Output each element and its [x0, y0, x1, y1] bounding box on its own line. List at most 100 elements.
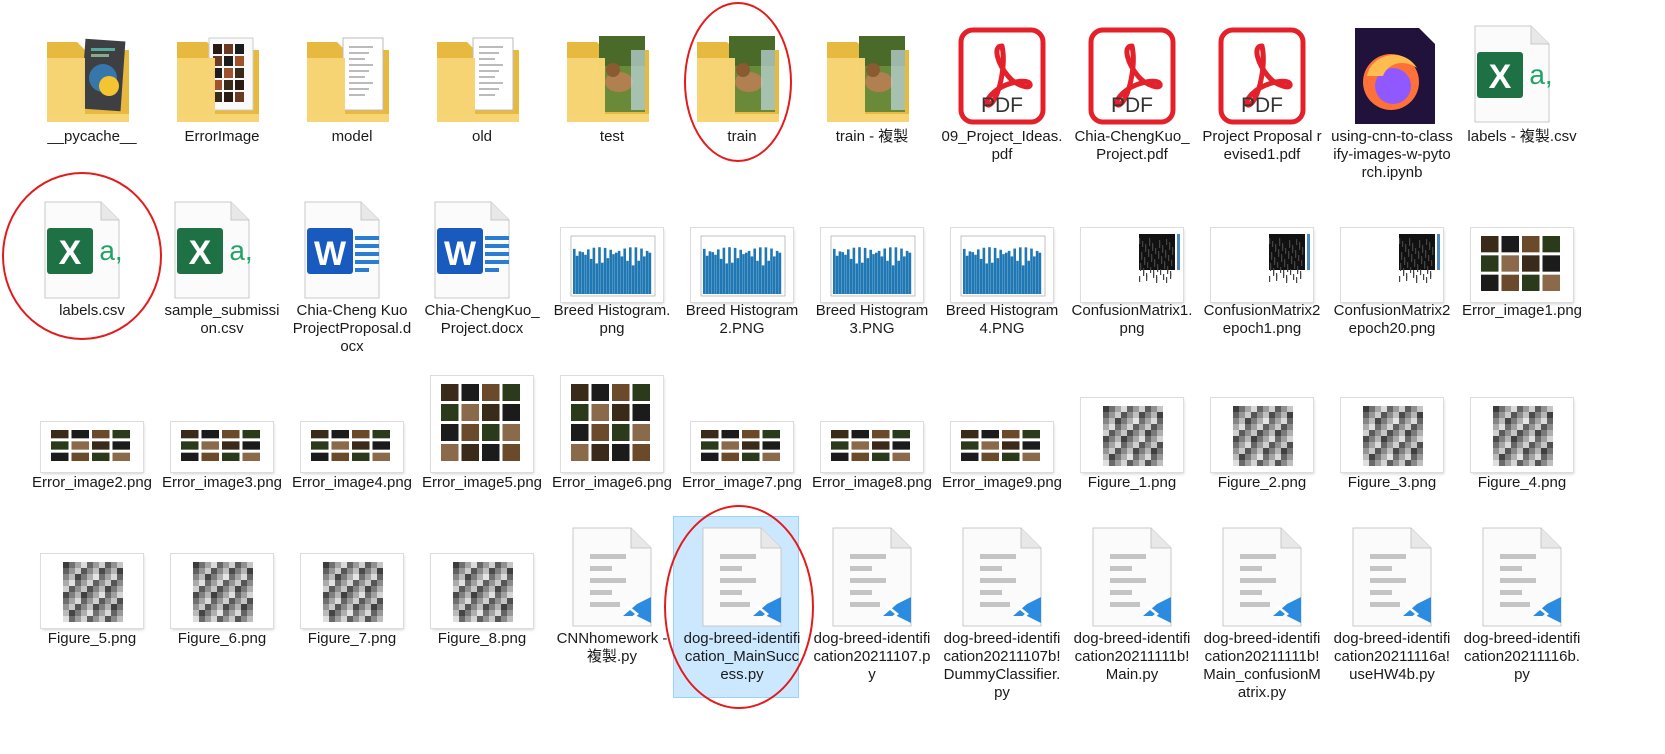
image-thumbnail [677, 190, 807, 302]
file-item-train[interactable]: train [677, 18, 807, 146]
file-item-pycache[interactable]: __pycache__ [27, 18, 157, 146]
file-name: Error_image4.png [291, 474, 413, 491]
file-item-train[interactable]: train - 複製 [807, 18, 937, 146]
file-item-dog-breed-identification20211111b-main-py[interactable]: dog-breed-identification20211111b!Main.p… [1067, 516, 1197, 684]
excel-csv-icon: X a, [157, 190, 287, 302]
image-thumbnail [677, 362, 807, 472]
folder-icon [807, 18, 937, 126]
file-name: CNNhomework - 複製.py [556, 630, 668, 665]
file-item-using-cnn-to-classify-images-w-pytorch-ipynb[interactable]: using-cnn-to-classify-images-w-pytorch.i… [1327, 18, 1457, 182]
svg-text:PDF: PDF [1241, 94, 1283, 117]
file-item-old[interactable]: old [417, 18, 547, 146]
file-item-errorimage[interactable]: ErrorImage [157, 18, 287, 146]
file-item-labels-csv[interactable]: X a, labels - 複製.csv [1457, 18, 1587, 146]
file-name: using-cnn-to-classify-images-w-pytorch.i… [1331, 128, 1453, 181]
file-item-error-image7-png[interactable]: Error_image7.png [677, 362, 807, 492]
file-name: dog-breed-identification20211111b!Main.p… [1073, 630, 1191, 683]
file-name: Chia-Cheng Kuo ProjectProposal.docx [292, 302, 412, 355]
file-item-breed-histogram4-png[interactable]: Breed Histogram4.PNG [937, 190, 1067, 338]
file-item-figure-2-png[interactable]: Figure_2.png [1197, 362, 1327, 492]
file-item-breed-histogram2-png[interactable]: Breed Histogram2.PNG [677, 190, 807, 338]
file-name: Figure_2.png [1217, 474, 1307, 491]
image-thumbnail [1197, 362, 1327, 472]
vscode-python-file-icon [1197, 516, 1327, 628]
file-item-dog-breed-identification20211107b-dummyclassifier-py[interactable]: dog-breed-identification20211107b!DummyC… [937, 516, 1067, 702]
file-name: Error_image3.png [161, 474, 283, 491]
file-item-dog-breed-identification20211116a-usehw4b-py[interactable]: dog-breed-identification20211116a!useHW4… [1327, 516, 1457, 684]
file-item-dog-breed-identification20211107-py[interactable]: dog-breed-identification20211107.py [807, 516, 937, 684]
file-name: Figure_8.png [437, 630, 527, 647]
file-item-chia-cheng-kuo-projectproposal-docx[interactable]: W Chia-Cheng Kuo ProjectProposal.docx [287, 190, 417, 356]
file-name: Figure_3.png [1347, 474, 1437, 491]
file-item-model[interactable]: model [287, 18, 417, 146]
file-name: __pycache__ [47, 128, 137, 145]
file-name: train - 複製 [835, 128, 909, 145]
file-name: dog-breed-identification_MainSuccess.py [683, 630, 801, 683]
file-name: ConfusionMatrix2 epoch1.png [1203, 302, 1321, 337]
file-item-error-image9-png[interactable]: Error_image9.png [937, 362, 1067, 492]
file-item-test[interactable]: test [547, 18, 677, 146]
image-thumbnail [807, 190, 937, 302]
file-item-error-image8-png[interactable]: Error_image8.png [807, 362, 937, 492]
excel-csv-icon: X a, [1457, 18, 1587, 126]
svg-text:a,: a, [229, 235, 252, 266]
file-name: test [599, 128, 625, 145]
image-thumbnail [1457, 362, 1587, 472]
file-item-error-image1-png[interactable]: Error_image1.png [1457, 190, 1587, 320]
file-item-09-project-ideas-pdf[interactable]: PDF 09_Project_Ideas.pdf [937, 18, 1067, 164]
file-item-figure-4-png[interactable]: Figure_4.png [1457, 362, 1587, 492]
folder-icon [27, 18, 157, 126]
file-item-dog-breed-identification20211111b-main-confusionmatrix-py[interactable]: dog-breed-identification20211111b!Main_c… [1197, 516, 1327, 702]
file-item-breed-histogram-png[interactable]: Breed Histogram.png [547, 190, 677, 338]
file-item-labels-csv[interactable]: X a, labels.csv [27, 190, 157, 320]
file-item-confusionmatrix2-epoch1-png[interactable]: ConfusionMatrix2 epoch1.png [1197, 190, 1327, 338]
vscode-python-file-icon [1067, 516, 1197, 628]
file-name: Error_image5.png [421, 474, 543, 491]
folder-icon [417, 18, 547, 126]
file-name: Error_image7.png [681, 474, 803, 491]
pdf-icon: PDF [937, 18, 1067, 126]
file-item-cnnhomework-py[interactable]: CNNhomework - 複製.py [547, 516, 677, 666]
file-name: labels - 複製.csv [1467, 128, 1577, 145]
pdf-icon: PDF [1067, 18, 1197, 126]
file-item-figure-3-png[interactable]: Figure_3.png [1327, 362, 1457, 492]
file-item-figure-1-png[interactable]: Figure_1.png [1067, 362, 1197, 492]
svg-text:a,: a, [1529, 59, 1552, 90]
file-item-chia-chengkuo-project-pdf[interactable]: PDF Chia-ChengKuo_Project.pdf [1067, 18, 1197, 164]
file-item-figure-7-png[interactable]: Figure_7.png [287, 516, 417, 648]
image-thumbnail [937, 362, 1067, 472]
image-thumbnail [27, 516, 157, 628]
folder-icon [157, 18, 287, 126]
file-name: Figure_7.png [307, 630, 397, 647]
file-grid: __pycache__ ErrorImage model old test tr… [0, 0, 1665, 754]
file-item-breed-histogram3-png[interactable]: Breed Histogram3.PNG [807, 190, 937, 338]
file-item-dog-breed-identification20211116b-py[interactable]: dog-breed-identification20211116b.py [1457, 516, 1587, 684]
folder-icon [287, 18, 417, 126]
file-item-chia-chengkuo-project-docx[interactable]: W Chia-ChengKuo_Project.docx [417, 190, 547, 338]
file-name: Breed Histogram4.PNG [945, 302, 1059, 337]
file-name: Chia-ChengKuo_Project.pdf [1074, 128, 1190, 163]
file-item-dog-breed-identification-mainsuccess-py[interactable]: dog-breed-identification_MainSuccess.py [673, 516, 807, 698]
image-thumbnail [1067, 190, 1197, 302]
file-item-figure-5-png[interactable]: Figure_5.png [27, 516, 157, 648]
file-name: dog-breed-identification20211107b!DummyC… [943, 630, 1061, 701]
image-thumbnail [417, 362, 547, 472]
file-item-sample-submission-csv[interactable]: X a, sample_submission.csv [157, 190, 287, 338]
vscode-python-file-icon [937, 516, 1067, 628]
file-item-figure-6-png[interactable]: Figure_6.png [157, 516, 287, 648]
image-thumbnail [417, 516, 547, 628]
file-item-figure-8-png[interactable]: Figure_8.png [417, 516, 547, 648]
file-item-project-proposal-revised1-pdf[interactable]: PDF Project Proposal revised1.pdf [1197, 18, 1327, 164]
file-item-error-image2-png[interactable]: Error_image2.png [27, 362, 157, 492]
file-name: labels.csv [59, 302, 125, 319]
file-item-error-image6-png[interactable]: Error_image6.png [547, 362, 677, 492]
file-item-error-image4-png[interactable]: Error_image4.png [287, 362, 417, 492]
file-item-confusionmatrix2-epoch20-png[interactable]: ConfusionMatrix2 epoch20.png [1327, 190, 1457, 338]
file-item-error-image5-png[interactable]: Error_image5.png [417, 362, 547, 492]
file-item-error-image3-png[interactable]: Error_image3.png [157, 362, 287, 492]
file-name: Figure_1.png [1087, 474, 1177, 491]
file-name: Figure_6.png [177, 630, 267, 647]
image-thumbnail [157, 516, 287, 628]
file-item-confusionmatrix1-png[interactable]: ConfusionMatrix1.png [1067, 190, 1197, 338]
image-thumbnail [1327, 362, 1457, 472]
